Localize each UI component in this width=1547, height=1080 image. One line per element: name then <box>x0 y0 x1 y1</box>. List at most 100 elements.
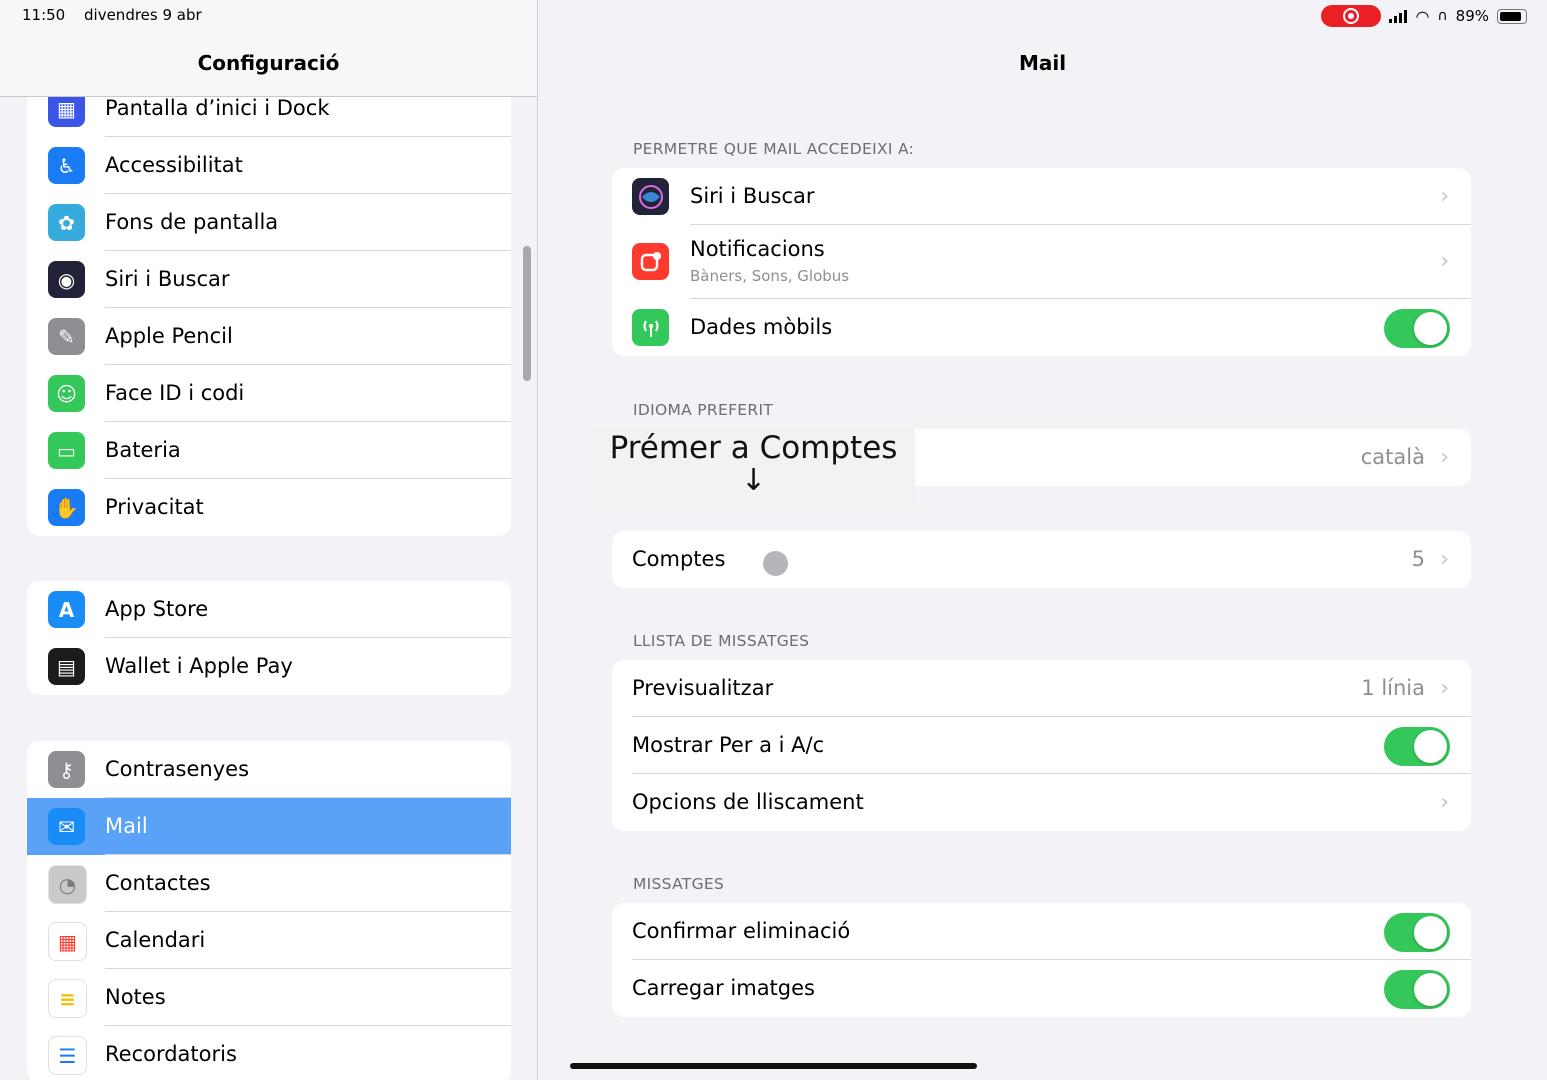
row-label: Siri i Buscar <box>690 184 815 208</box>
sidebar-item-contactes[interactable]: ◔ Contactes <box>27 855 511 912</box>
status-time: 11:50 <box>22 6 66 24</box>
load-images-row: Carregar imatges <box>612 960 1471 1017</box>
row-label: Notificacions <box>690 237 825 261</box>
row-label: Comptes <box>632 547 726 571</box>
swipe-options-row[interactable]: Opcions de lliscament › <box>612 774 1471 831</box>
sidebar-header: 11:50 divendres 9 abr Configuració <box>0 0 537 97</box>
pencil-icon: ✎ <box>48 318 85 355</box>
chevron-right-icon: › <box>1440 547 1449 572</box>
sidebar-item-label: Fons de pantalla <box>105 210 279 234</box>
siri-icon <box>632 178 669 215</box>
chevron-right-icon: › <box>1440 790 1449 815</box>
sidebar-item-siri-i-buscar[interactable]: ◉ Siri i Buscar <box>27 251 511 308</box>
cellular-data-row: Dades mòbils <box>612 299 1471 356</box>
settings-group-store: A App Store ▤ Wallet i Apple Pay <box>27 581 511 695</box>
notifications-icon <box>632 243 669 280</box>
home-indicator[interactable] <box>570 1063 977 1069</box>
wallet-icon: ▤ <box>48 648 85 685</box>
siri-icon: ◉ <box>48 261 85 298</box>
preview-value: 1 línia <box>1361 676 1425 700</box>
notes-icon: ≡ <box>48 979 87 1018</box>
calendar-icon: ▦ <box>48 922 87 961</box>
settings-group-system: ▦ Pantalla d’inici i Dock ♿ Accessibilitat ✿… <box>27 80 511 536</box>
sidebar-item-label: Accessibilitat <box>105 153 243 177</box>
row-label: Opcions de lliscament <box>632 790 864 814</box>
sidebar-item-wallet-i-apple-pay[interactable]: ▤ Wallet i Apple Pay <box>27 638 511 695</box>
face-id-icon: ☺ <box>48 375 85 412</box>
row-label: Confirmar eliminació <box>632 919 851 943</box>
show-to-cc-row: Mostrar Per a i A/c <box>612 717 1471 774</box>
settings-sidebar: 11:50 divendres 9 abr Configuració ▦ Pant… <box>0 0 538 1080</box>
antenna-icon <box>632 309 669 346</box>
sidebar-item-fons-de-pantalla[interactable]: ✿ Fons de pantalla <box>27 194 511 251</box>
sidebar-item-label: Bateria <box>105 438 181 462</box>
section-header-message-list: LLISTA DE MISSATGES <box>633 632 810 650</box>
sidebar-item-privacitat[interactable]: ✋ Privacitat <box>27 479 511 536</box>
sidebar-item-label: Notes <box>105 985 166 1009</box>
sidebar-item-mail[interactable]: ✉ Mail <box>27 798 511 855</box>
sidebar-item-label: Contactes <box>105 871 211 895</box>
row-label: Previsualitzar <box>632 676 774 700</box>
sidebar-item-contrasenyes[interactable]: ⚷ Contrasenyes <box>27 741 511 798</box>
status-date: divendres 9 abr <box>84 6 202 24</box>
sidebar-item-app-store[interactable]: A App Store <box>27 581 511 638</box>
down-arrow-icon: ↓ <box>740 463 767 498</box>
sidebar-item-label: Face ID i codi <box>105 381 245 405</box>
sidebar-item-recordatoris[interactable]: ☰ Recordatoris <box>27 1026 511 1080</box>
sidebar-scrollbar[interactable] <box>523 246 531 381</box>
wallpaper-flower-icon: ✿ <box>48 204 85 241</box>
sidebar-item-label: Calendari <box>105 928 206 952</box>
sidebar-item-bateria[interactable]: ▭ Bateria <box>27 422 511 479</box>
status-bar-right: ◠ ∩ 89% <box>1321 5 1527 27</box>
sidebar-item-label: Siri i Buscar <box>105 267 230 291</box>
sidebar-item-apple-pencil[interactable]: ✎ Apple Pencil <box>27 308 511 365</box>
siri-search-row[interactable]: Siri i Buscar › <box>612 168 1471 225</box>
tutorial-callout: Prémer a Comptes ↓ <box>592 428 915 510</box>
sidebar-item-accessibilitat[interactable]: ♿ Accessibilitat <box>27 137 511 194</box>
headphones-icon: ∩ <box>1437 8 1448 24</box>
battery-icon: ▭ <box>48 432 85 469</box>
row-sublabel: Bàners, Sons, Globus <box>690 267 850 285</box>
access-group: Siri i Buscar › Notificacions Bàners, So… <box>612 168 1471 356</box>
hand-icon: ✋ <box>48 489 85 526</box>
accounts-count: 5 <box>1411 547 1425 571</box>
messages-group: Confirmar eliminació Carregar imatges <box>612 903 1471 1017</box>
section-header-language: IDIOMA PREFERIT <box>633 401 774 419</box>
row-label: Dades mòbils <box>690 315 833 339</box>
show-to-cc-toggle[interactable] <box>1384 727 1450 766</box>
row-label: Carregar imatges <box>632 976 815 1000</box>
language-value: català <box>1360 445 1425 469</box>
mail-envelope-icon: ✉ <box>48 808 85 845</box>
sidebar-item-face-id-i-codi[interactable]: ☺ Face ID i codi <box>27 365 511 422</box>
row-label: Mostrar Per a i A/c <box>632 733 825 757</box>
battery-status-icon <box>1497 8 1527 24</box>
chevron-right-icon: › <box>1440 249 1449 274</box>
screen-recording-icon[interactable] <box>1321 5 1382 27</box>
sidebar-title: Configuració <box>197 51 340 75</box>
confirm-delete-row: Confirmar eliminació <box>612 903 1471 960</box>
touch-indicator <box>763 551 788 576</box>
notifications-row[interactable]: Notificacions Bàners, Sons, Globus › <box>612 225 1471 299</box>
contacts-icon: ◔ <box>48 865 87 904</box>
section-header-messages: MISSATGES <box>633 875 725 893</box>
chevron-right-icon: › <box>1440 445 1449 470</box>
message-list-group: Previsualitzar 1 línia › Mostrar Per a i… <box>612 660 1471 831</box>
key-icon: ⚷ <box>48 751 85 788</box>
sidebar-item-notes[interactable]: ≡ Notes <box>27 969 511 1026</box>
chevron-right-icon: › <box>1440 184 1449 209</box>
sidebar-item-label: Contrasenyes <box>105 757 250 781</box>
cellular-signal-icon <box>1389 9 1408 23</box>
settings-group-apps: ⚷ Contrasenyes ✉ Mail ◔ Contactes ▦ Calendari ≡ N… <box>27 741 511 1080</box>
sidebar-item-calendari[interactable]: ▦ Calendari <box>27 912 511 969</box>
confirm-delete-toggle[interactable] <box>1384 913 1450 952</box>
load-images-toggle[interactable] <box>1384 970 1450 1009</box>
chevron-right-icon: › <box>1440 676 1449 701</box>
page-title: Mail <box>1018 51 1067 75</box>
section-header-access: PERMETRE QUE MAIL ACCEDEIXI A: <box>633 140 915 158</box>
sidebar-item-label: Apple Pencil <box>105 324 233 348</box>
accounts-row[interactable]: Comptes 5 › <box>612 531 1471 588</box>
reminders-icon: ☰ <box>48 1036 87 1075</box>
accessibility-icon: ♿ <box>48 147 85 184</box>
preview-row[interactable]: Previsualitzar 1 línia › <box>612 660 1471 717</box>
cellular-data-toggle[interactable] <box>1384 309 1450 348</box>
